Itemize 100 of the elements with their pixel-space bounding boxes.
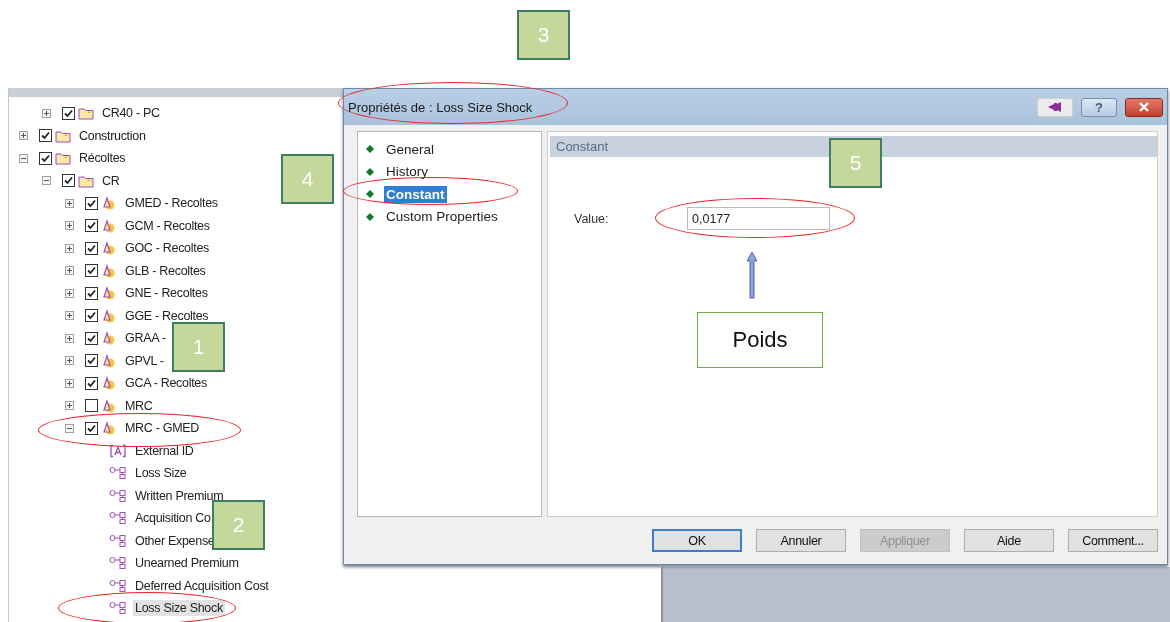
help-button[interactable]: ? — [1081, 97, 1117, 117]
expander-icon[interactable] — [65, 288, 74, 298]
model-icon — [101, 376, 117, 391]
expander-icon[interactable] — [65, 378, 74, 388]
checkbox[interactable] — [39, 129, 52, 143]
tree-item[interactable]: Loss Size Shock — [133, 600, 225, 617]
variable-icon — [109, 466, 127, 481]
expander-icon[interactable] — [65, 333, 74, 343]
section-header: Constant — [550, 136, 1157, 157]
folder-icon — [78, 106, 94, 121]
nav-item[interactable]: General — [384, 140, 437, 158]
checkbox[interactable] — [62, 106, 75, 120]
model-icon — [101, 353, 117, 368]
tree-item[interactable]: GRAA - — [123, 330, 168, 347]
checkbox[interactable] — [85, 264, 98, 278]
dialog-button[interactable]: Aide — [964, 529, 1054, 552]
value-field[interactable]: 0,0177 — [687, 207, 830, 230]
number-badge: 1 — [172, 322, 225, 372]
tree-item[interactable]: Acquisition Co — [133, 510, 213, 527]
tree-item[interactable]: GCA - Recoltes — [123, 375, 209, 392]
expander-icon[interactable] — [19, 153, 28, 163]
expander-icon[interactable] — [65, 401, 74, 411]
checkbox[interactable] — [85, 309, 98, 323]
folder-icon — [55, 151, 71, 166]
variable-icon — [109, 511, 127, 526]
diamond-icon — [366, 145, 374, 154]
expander-icon[interactable] — [42, 176, 51, 186]
tree-item[interactable]: CR40 - PC — [100, 105, 162, 122]
expander-icon[interactable] — [65, 423, 74, 433]
checkbox[interactable] — [39, 151, 52, 165]
number-badge: 4 — [281, 154, 334, 204]
tree-item[interactable]: CR — [100, 172, 122, 189]
model-icon — [101, 263, 117, 278]
expander-icon[interactable] — [65, 356, 74, 366]
tree-item[interactable]: MRC - GMED — [123, 420, 202, 437]
model-icon — [101, 421, 117, 436]
tree-item[interactable]: GPVL - — [123, 352, 166, 369]
nav-item[interactable]: History — [384, 163, 430, 181]
tree-item[interactable]: Loss Size — [133, 465, 189, 482]
folder-icon — [55, 128, 71, 143]
model-icon — [101, 308, 117, 323]
number-badge: 5 — [829, 138, 882, 188]
checkbox[interactable] — [85, 286, 98, 300]
model-icon — [101, 241, 117, 256]
checkbox[interactable] — [85, 196, 98, 210]
close-icon — [1139, 102, 1149, 112]
expander-icon[interactable] — [42, 108, 51, 118]
checkbox[interactable] — [85, 399, 98, 413]
tree-item[interactable]: Construction — [77, 127, 148, 144]
checkbox[interactable] — [85, 421, 98, 435]
expander-icon[interactable] — [65, 198, 74, 208]
dialog-button[interactable]: Annuler — [756, 529, 846, 552]
tree-item[interactable]: GCM - Recoltes — [123, 217, 212, 234]
model-icon — [101, 196, 117, 211]
dialog-button[interactable]: Comment... — [1068, 529, 1158, 552]
checkbox[interactable] — [62, 174, 75, 188]
tree-item[interactable]: Unearned Premium — [133, 555, 241, 572]
number-badge: 2 — [212, 500, 265, 550]
dialog-button[interactable]: OK — [652, 529, 742, 552]
expander-icon[interactable] — [65, 221, 74, 231]
diamond-icon — [366, 167, 374, 176]
tree-item[interactable]: Deferred Acquisition Cost — [133, 577, 271, 594]
variable-icon — [109, 578, 127, 593]
expander-icon[interactable] — [65, 311, 74, 321]
folder-icon — [78, 173, 94, 188]
tree-item[interactable]: GGE - Recoltes — [123, 307, 211, 324]
tree-item[interactable]: GLB - Recoltes — [123, 262, 208, 279]
checkbox[interactable] — [85, 219, 98, 233]
expander-icon[interactable] — [65, 266, 74, 276]
diamond-icon — [366, 190, 374, 199]
tree-item[interactable]: MRC — [123, 397, 155, 414]
number-badge: 3 — [517, 10, 570, 60]
up-arrow — [745, 251, 759, 299]
variable-icon — [109, 488, 127, 503]
variable-icon — [109, 601, 127, 616]
tree-item[interactable]: GMED - Recoltes — [123, 195, 220, 212]
pin-icon — [1047, 101, 1063, 113]
diamond-icon — [366, 212, 374, 221]
dialog-title: Propriétés de : Loss Size Shock — [348, 99, 533, 115]
model-icon — [101, 331, 117, 346]
nav-item[interactable]: Constant — [384, 185, 447, 203]
variable-icon — [109, 556, 127, 571]
tree-item[interactable]: GNE - Recoltes — [123, 285, 210, 302]
checkbox[interactable] — [85, 354, 98, 368]
expander-icon[interactable] — [65, 243, 74, 253]
model-icon — [101, 218, 117, 233]
field-label: Value: — [574, 211, 610, 226]
variable-icon — [109, 533, 127, 548]
callout-label: Poids — [697, 312, 823, 368]
expander-icon[interactable] — [19, 131, 28, 141]
close-button[interactable] — [1125, 97, 1163, 117]
model-icon — [101, 286, 117, 301]
checkbox[interactable] — [85, 376, 98, 390]
tree-item[interactable]: Récoltes — [77, 150, 128, 167]
checkbox[interactable] — [85, 241, 98, 255]
nav-item[interactable]: Custom Properties — [384, 208, 500, 226]
checkbox[interactable] — [85, 331, 98, 345]
model-icon — [101, 398, 117, 413]
tree-item[interactable]: GOC - Recoltes — [123, 240, 211, 257]
pin-button[interactable] — [1037, 97, 1073, 117]
